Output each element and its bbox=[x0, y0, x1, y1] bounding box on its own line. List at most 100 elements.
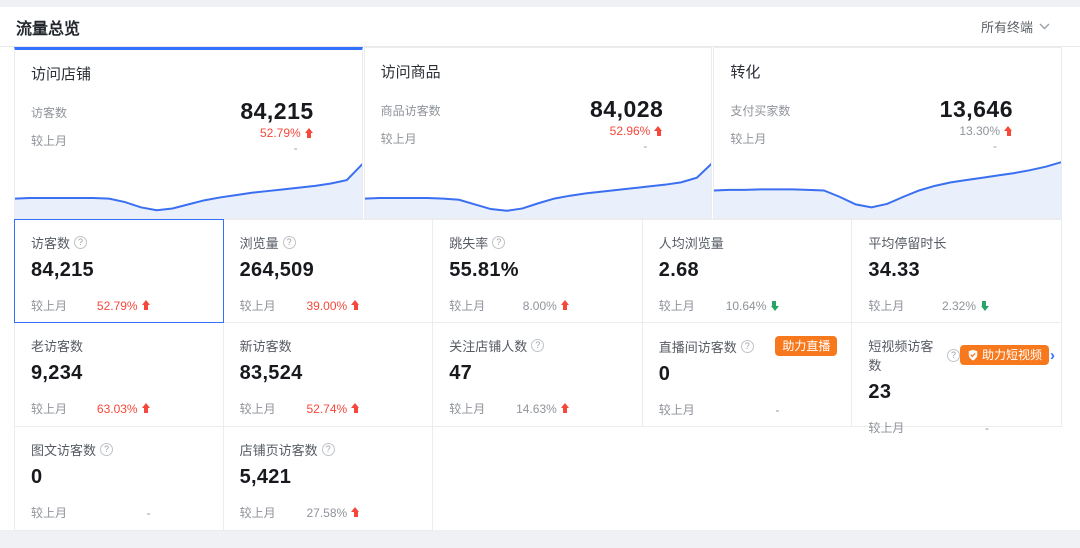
metric-label: 支付买家数 bbox=[730, 102, 790, 119]
trend-up-arrow-icon bbox=[351, 403, 360, 414]
summary-card-visit-product[interactable]: 访问商品商品访客数较上月84,02852.96%- bbox=[364, 47, 713, 219]
change-value: - bbox=[775, 403, 779, 417]
metric-label: 浏览量 bbox=[240, 233, 279, 252]
trend-up-arrow-icon bbox=[1004, 126, 1013, 137]
metric-cell-returning-visitors[interactable]: 老访客数9,234较上月63.03% bbox=[14, 323, 224, 427]
metric-value: 9,234 bbox=[31, 362, 209, 385]
secondary-change-value: - bbox=[643, 139, 647, 153]
compare-label: 较上月 bbox=[659, 401, 695, 418]
metric-label: 图文访客数 bbox=[31, 440, 96, 459]
chevron-right-icon[interactable]: › bbox=[1050, 348, 1055, 363]
trend-sparkline-chart bbox=[14, 152, 363, 218]
traffic-overview-panel: 流量总览 所有终端 访问店铺访客数较上月84,21552.79%-访问商品商品访… bbox=[0, 7, 1080, 530]
trend-up-arrow-icon bbox=[654, 126, 663, 137]
trend-sparkline-chart bbox=[364, 152, 713, 218]
change-value: 8.00% bbox=[523, 299, 570, 313]
metric-value: 0 bbox=[31, 466, 209, 489]
secondary-change-value: - bbox=[294, 141, 298, 155]
metric-cell-avg-stay-duration[interactable]: 平均停留时长34.33较上月2.32% bbox=[852, 219, 1062, 323]
trend-sparkline-chart bbox=[713, 152, 1062, 218]
terminal-filter-label: 所有终端 bbox=[981, 17, 1033, 36]
metric-cell-short-video-visitors[interactable]: 短视频访客数?助力短视频›23较上月- bbox=[852, 323, 1062, 427]
compare-label: 较上月 bbox=[449, 400, 485, 417]
trend-up-arrow-icon bbox=[561, 300, 570, 311]
change-value: 10.64% bbox=[726, 299, 780, 313]
compare-label: 较上月 bbox=[868, 419, 904, 436]
change-value: - bbox=[985, 421, 989, 435]
metric-cell-bounce-rate[interactable]: 跳失率?55.81%较上月8.00% bbox=[433, 219, 643, 323]
compare-label: 较上月 bbox=[240, 504, 276, 521]
metrics-grid: 访客数?84,215较上月52.79%浏览量?264,509较上月39.00%跳… bbox=[14, 219, 1062, 531]
compare-label: 较上月 bbox=[240, 400, 276, 417]
metric-value: 23 bbox=[868, 381, 1047, 404]
panel-header: 流量总览 所有终端 bbox=[0, 7, 1080, 47]
change-value: 52.79% bbox=[260, 126, 314, 140]
metric-label: 店铺页访客数 bbox=[240, 440, 318, 459]
metric-label: 短视频访客数 bbox=[868, 336, 943, 374]
metric-value: 2.68 bbox=[659, 259, 838, 282]
compare-label: 较上月 bbox=[730, 130, 790, 147]
terminal-filter-dropdown[interactable]: 所有终端 bbox=[981, 17, 1050, 36]
compare-label: 较上月 bbox=[868, 297, 904, 314]
change-value: 2.32% bbox=[942, 299, 989, 313]
metric-cell-new-visitors[interactable]: 新访客数 83,524 较上月 52.74% bbox=[224, 323, 434, 427]
compare-label: 较上月 bbox=[659, 297, 695, 314]
compare-label: 较上月 bbox=[240, 297, 276, 314]
promo-badge-live-room-visitors[interactable]: 助力直播 bbox=[775, 336, 837, 356]
compare-label: 较上月 bbox=[31, 132, 67, 149]
change-value: 14.63% bbox=[516, 402, 570, 416]
change-value: 52.74% bbox=[306, 402, 360, 416]
metric-value: 84,028 bbox=[590, 96, 663, 123]
change-value: 27.58% bbox=[306, 506, 360, 520]
metric-cell-image-text-visitors[interactable]: 图文访客数?0较上月- bbox=[14, 427, 224, 531]
promo-badge-label: 助力直播 bbox=[782, 336, 830, 356]
help-icon[interactable]: ? bbox=[322, 443, 335, 456]
metric-label: 平均停留时长 bbox=[868, 233, 946, 252]
metric-value: 13,646 bbox=[940, 96, 1013, 123]
summary-card-title: 转化 bbox=[714, 48, 1061, 82]
help-icon[interactable]: ? bbox=[74, 236, 87, 249]
page-title: 流量总览 bbox=[16, 15, 80, 39]
shield-check-icon bbox=[967, 349, 979, 361]
change-value: 52.79% bbox=[97, 299, 151, 313]
metric-label: 访客数 bbox=[31, 104, 67, 121]
promo-badge-short-video-visitors[interactable]: 助力短视频 bbox=[960, 345, 1049, 365]
metric-cell-views-per-visitor[interactable]: 人均浏览量 2.68 较上月 10.64% bbox=[643, 219, 853, 323]
change-value: 63.03% bbox=[97, 402, 151, 416]
metric-label: 直播间访客数 bbox=[659, 337, 737, 356]
metric-cell-shop-followers[interactable]: 关注店铺人数? 47 较上月 14.63% bbox=[433, 323, 643, 427]
help-icon[interactable]: ? bbox=[492, 236, 505, 249]
metric-cell-pageviews[interactable]: 浏览量? 264,509 较上月 39.00% bbox=[224, 219, 434, 323]
help-icon[interactable]: ? bbox=[947, 349, 960, 362]
trend-up-arrow-icon bbox=[305, 128, 314, 139]
metric-value: 84,215 bbox=[31, 259, 209, 282]
metric-value: 0 bbox=[659, 363, 838, 386]
metric-cell-shop-page-visitors[interactable]: 店铺页访客数? 5,421 较上月 27.58% bbox=[224, 427, 434, 531]
change-value: 39.00% bbox=[306, 299, 360, 313]
trend-up-arrow-icon bbox=[561, 403, 570, 414]
metric-cell-live-room-visitors[interactable]: 直播间访客数? 助力直播 0 较上月 - bbox=[643, 323, 853, 427]
summary-card-title: 访问店铺 bbox=[15, 50, 362, 84]
metric-value: 264,509 bbox=[240, 259, 419, 282]
help-icon[interactable]: ? bbox=[100, 443, 113, 456]
trend-down-arrow-icon bbox=[980, 300, 989, 311]
summary-card-visit-shop[interactable]: 访问店铺访客数较上月84,21552.79%- bbox=[14, 47, 363, 219]
metric-value: 47 bbox=[449, 362, 628, 385]
metric-label: 人均浏览量 bbox=[659, 233, 724, 252]
trend-down-arrow-icon bbox=[770, 300, 779, 311]
metric-label: 新访客数 bbox=[240, 336, 292, 355]
trend-up-arrow-icon bbox=[142, 300, 151, 311]
metric-label: 关注店铺人数 bbox=[449, 336, 527, 355]
help-icon[interactable]: ? bbox=[283, 236, 296, 249]
metric-value: 83,524 bbox=[240, 362, 419, 385]
summary-card-conversion[interactable]: 转化支付买家数较上月13,64613.30%- bbox=[713, 47, 1062, 219]
summary-cards: 访问店铺访客数较上月84,21552.79%-访问商品商品访客数较上月84,02… bbox=[14, 47, 1062, 219]
metric-cell-visitors[interactable]: 访客数?84,215较上月52.79% bbox=[14, 219, 224, 323]
help-icon[interactable]: ? bbox=[531, 339, 544, 352]
summary-card-title: 访问商品 bbox=[365, 48, 712, 82]
promo-badge-label: 助力短视频 bbox=[982, 345, 1042, 365]
help-icon[interactable]: ? bbox=[741, 340, 754, 353]
compare-label: 较上月 bbox=[381, 130, 441, 147]
metric-value: 5,421 bbox=[240, 466, 419, 489]
metric-label: 商品访客数 bbox=[381, 102, 441, 119]
